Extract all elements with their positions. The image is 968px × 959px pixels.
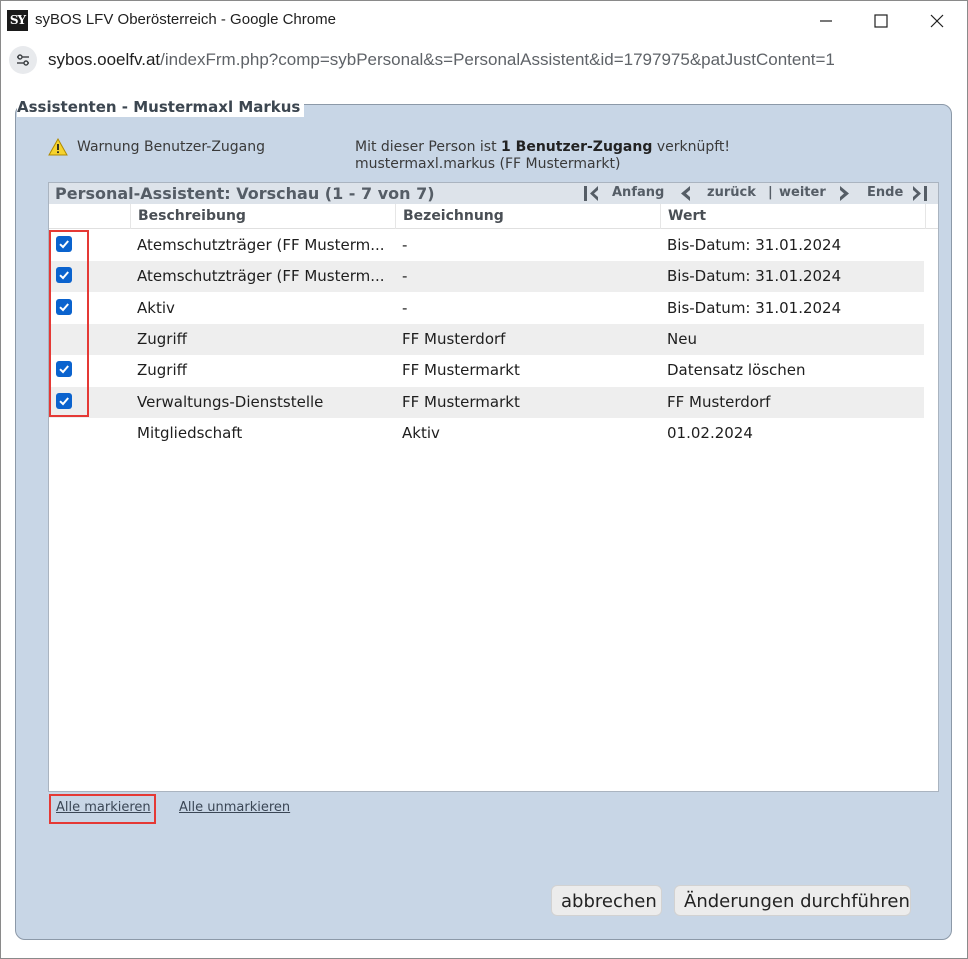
cell-wert: FF Musterdorf [667, 392, 771, 411]
tune-icon [17, 54, 29, 66]
table-row[interactable]: Atemschutzträger (FF Musterm... - Bis-Datu… [49, 261, 924, 293]
pager-last[interactable]: Ende [867, 185, 903, 200]
browser-window: SY syBOS LFV Oberösterreich - Google Chr… [0, 0, 968, 959]
checkmark-icon [59, 365, 69, 374]
last-page-icon[interactable] [911, 185, 929, 202]
table-row[interactable]: Zugriff FF Musterdorf Neu [49, 323, 924, 355]
cell-bezeichnung: Aktiv [402, 423, 440, 442]
cell-beschreibung: Verwaltungs-Dienststelle [137, 392, 324, 411]
cell-beschreibung: Mitgliedschaft [137, 423, 243, 442]
maximize-button[interactable] [854, 1, 908, 41]
column-header-wert[interactable]: Wert [660, 204, 925, 229]
checkmark-icon [59, 240, 69, 249]
table-row[interactable]: Mitgliedschaft Aktiv 01.02.2024 [49, 418, 924, 449]
cell-wert: Neu [667, 329, 697, 348]
mark-all-link[interactable]: Alle markieren [56, 800, 151, 815]
cell-bezeichnung: FF Mustermarkt [402, 392, 520, 411]
column-headers: Beschreibung Bezeichnung Wert [49, 204, 938, 229]
minimize-button[interactable] [799, 1, 853, 41]
url-text[interactable]: sybos.ooelfv.at/indexFrm.php?comp=sybPer… [48, 50, 835, 70]
warning-text-post: verknüpft! [652, 139, 731, 155]
grid-title: Personal-Assistent: Vorschau (1 - 7 von … [55, 184, 435, 203]
table-row[interactable]: Zugriff FF Mustermarkt Datensatz löschen [49, 355, 924, 386]
warning-text-bold: 1 Benutzer-Zugang [501, 139, 653, 155]
table-row[interactable]: Verwaltungs-Dienststelle FF Mustermarkt FF… [49, 386, 924, 418]
sybos-logo-icon: SY [7, 10, 28, 31]
cell-bezeichnung: FF Musterdorf [402, 329, 506, 348]
warning-user: mustermaxl.markus (FF Mustermarkt) [355, 156, 621, 172]
warning-message: Mit dieser Person ist 1 Benutzer-Zugang … [355, 139, 730, 173]
cell-wert: 01.02.2024 [667, 423, 753, 442]
cell-wert: Bis-Datum: 31.01.2024 [667, 267, 842, 286]
cell-bezeichnung: - [402, 267, 408, 286]
cell-wert: Bis-Datum: 31.01.2024 [667, 236, 842, 254]
cell-wert: Datensatz löschen [667, 361, 806, 380]
cell-bezeichnung: - [402, 236, 408, 254]
apply-changes-button[interactable]: Änderungen durchführen [674, 885, 911, 916]
row-checkbox[interactable] [56, 267, 72, 284]
close-icon [930, 14, 944, 28]
cancel-button[interactable]: abbrechen [551, 885, 662, 916]
row-checkbox[interactable] [56, 236, 72, 252]
pager-separator: | [768, 185, 773, 200]
checkmark-icon [59, 271, 69, 280]
chevron-left-icon[interactable] [678, 185, 692, 202]
minimize-icon [820, 20, 832, 22]
row-checkbox[interactable] [56, 298, 72, 315]
cell-beschreibung: Zugriff [137, 329, 187, 348]
column-header-spacer [925, 204, 938, 229]
warning-text-pre: Mit dieser Person ist [355, 139, 502, 155]
cell-beschreibung: Zugriff [137, 361, 187, 380]
cell-bezeichnung: FF Mustermarkt [402, 361, 520, 380]
column-header-bezeichnung[interactable]: Bezeichnung [395, 204, 660, 229]
window-title: syBOS LFV Oberösterreich - Google Chrome [35, 11, 336, 28]
cell-beschreibung: Atemschutzträger (FF Musterm... [137, 267, 385, 286]
maximize-icon [874, 14, 888, 28]
cell-bezeichnung: - [402, 298, 408, 317]
first-page-icon[interactable] [582, 185, 600, 202]
table-row[interactable]: Aktiv - Bis-Datum: 31.01.2024 [49, 293, 924, 324]
row-checkbox[interactable] [56, 361, 72, 378]
close-button[interactable] [910, 1, 964, 41]
warning-icon [48, 137, 68, 160]
cell-beschreibung: Aktiv [137, 298, 175, 317]
row-checkbox[interactable] [56, 392, 72, 409]
column-header-beschreibung[interactable]: Beschreibung [130, 204, 395, 229]
table-row[interactable]: Atemschutzträger (FF Musterm... - Bis-Datu… [49, 230, 924, 261]
checkmark-icon [59, 396, 69, 405]
panel-title: Assistenten - Mustermaxl Markus [17, 97, 305, 117]
title-bar: SY syBOS LFV Oberösterreich - Google Chr… [1, 1, 967, 41]
pager-prev[interactable]: zurück [707, 185, 756, 200]
url-path: /indexFrm.php?comp=sybPersonal&s=Persona… [160, 50, 835, 69]
pager-next[interactable]: weiter [779, 185, 826, 200]
chevron-right-icon[interactable] [838, 185, 852, 202]
cell-wert: Bis-Datum: 31.01.2024 [667, 298, 842, 317]
url-host: sybos.ooelfv.at [48, 50, 161, 69]
pager-first[interactable]: Anfang [612, 185, 664, 200]
warning-label: Warnung Benutzer-Zugang [77, 139, 266, 155]
grid-header: Personal-Assistent: Vorschau (1 - 7 von … [49, 183, 938, 204]
preview-grid: Personal-Assistent: Vorschau (1 - 7 von … [48, 182, 939, 792]
cell-beschreibung: Atemschutzträger (FF Musterm... [137, 236, 385, 254]
checkmark-icon [59, 302, 69, 312]
unmark-all-link[interactable]: Alle unmarkieren [179, 800, 290, 815]
site-info-button[interactable] [9, 46, 37, 74]
